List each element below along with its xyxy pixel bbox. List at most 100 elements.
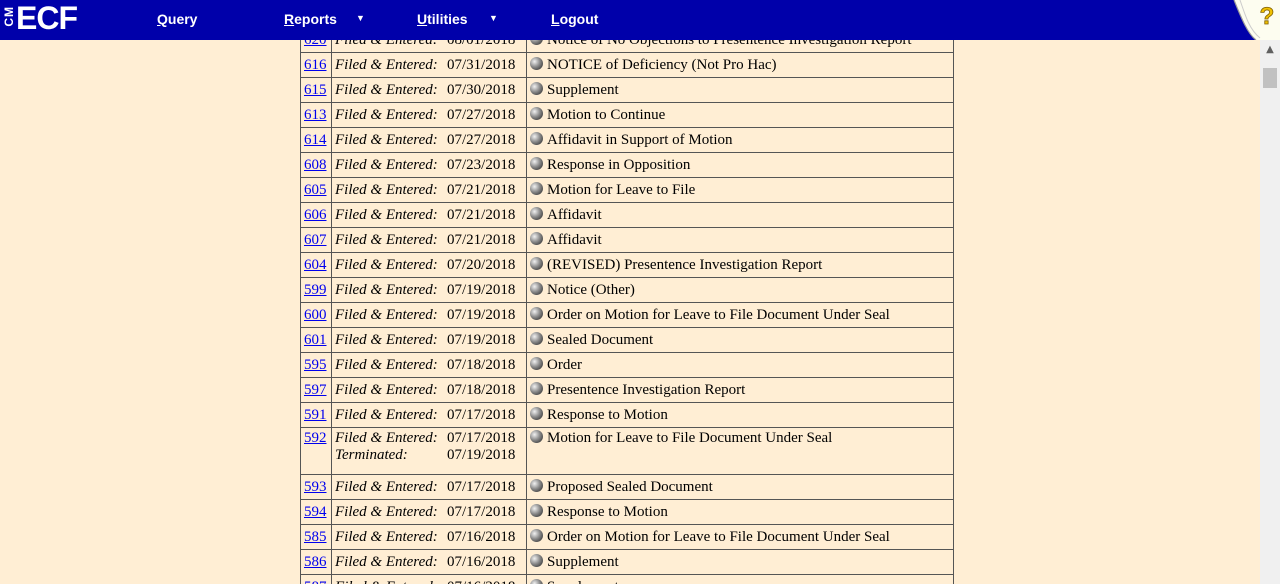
docket-row: 613 Filed & Entered: 07/27/2018 Motion to C… — [300, 102, 954, 128]
docket-date-cell: Filed & Entered: 07/23/2018 — [331, 152, 527, 178]
docket-number-link[interactable]: 597 — [304, 382, 327, 398]
docket-number-link[interactable]: 615 — [304, 82, 327, 98]
globe-icon[interactable] — [530, 406, 543, 420]
globe-icon[interactable] — [530, 131, 543, 145]
docket-date-cell: Filed & Entered: 07/16/2018 — [331, 549, 527, 575]
docket-number-link[interactable]: 614 — [304, 132, 327, 148]
top-menu-bar: CM ECF Query Reports ▼ Utilities ▼ Logou… — [0, 0, 1280, 41]
globe-icon[interactable] — [530, 156, 543, 170]
docket-number-link[interactable]: 599 — [304, 282, 327, 298]
docket-row: 600 Filed & Entered: 07/19/2018 Order on Mo… — [300, 302, 954, 328]
docket-number-cell: 594 — [300, 499, 332, 525]
menu-utilities[interactable]: Utilities — [417, 11, 468, 27]
docket-number-link[interactable]: 616 — [304, 57, 327, 73]
globe-icon[interactable] — [530, 206, 543, 220]
docket-date-cell: Filed & Entered: 07/27/2018 — [331, 127, 527, 153]
docket-number-link[interactable]: 620 — [304, 40, 327, 48]
filed-date: 07/20/2018 — [447, 256, 516, 273]
filed-entered-label: Filed & Entered: — [335, 306, 438, 323]
docket-row: 614 Filed & Entered: 07/27/2018 Affidavit i… — [300, 127, 954, 153]
docket-row: 605 Filed & Entered: 07/21/2018 Motion for … — [300, 177, 954, 203]
filed-entered-label: Filed & Entered: — [335, 206, 438, 223]
globe-icon[interactable] — [530, 356, 543, 370]
globe-icon[interactable] — [530, 503, 543, 517]
globe-icon[interactable] — [530, 381, 543, 395]
globe-icon[interactable] — [530, 231, 543, 245]
docket-description: Motion to Continue — [547, 106, 666, 123]
globe-icon[interactable] — [530, 256, 543, 270]
menu-reports-accesskey: R — [284, 11, 295, 27]
globe-icon[interactable] — [530, 306, 543, 320]
filed-entered-label: Filed & Entered: — [335, 579, 447, 584]
docket-number-link[interactable]: 608 — [304, 157, 327, 173]
vertical-scrollbar[interactable]: ▲ — [1260, 40, 1280, 584]
docket-number-cell: 614 — [300, 127, 332, 153]
help-button[interactable]: ? — [1230, 0, 1280, 41]
docket-row: 608 Filed & Entered: 07/23/2018 Response in… — [300, 152, 954, 178]
docket-number-cell: 616 — [300, 52, 332, 78]
menu-logout[interactable]: Logout — [551, 11, 598, 27]
docket-description: Affidavit — [547, 206, 602, 223]
filed-entered-label: Filed & Entered: — [335, 181, 438, 198]
docket-number-link[interactable]: 605 — [304, 182, 327, 198]
globe-icon[interactable] — [530, 478, 543, 492]
globe-icon[interactable] — [530, 578, 543, 584]
globe-icon[interactable] — [530, 181, 543, 195]
docket-row: 594 Filed & Entered: 07/17/2018 Response to… — [300, 499, 954, 525]
docket-number-cell: 606 — [300, 202, 332, 228]
docket-number-link[interactable]: 591 — [304, 407, 327, 423]
docket-date-cell: Filed & Entered: 07/21/2018 — [331, 227, 527, 253]
docket-description: Supplement — [547, 553, 619, 570]
docket-number-link[interactable]: 585 — [304, 529, 327, 545]
docket-number-link[interactable]: 587 — [304, 579, 327, 584]
docket-description-cell: Notice (Other) — [526, 277, 954, 303]
filed-date: 08/01/2018 — [447, 40, 515, 49]
menu-reports[interactable]: Reports — [284, 11, 337, 27]
docket-description: NOTICE of Deficiency (Not Pro Hac) — [547, 56, 777, 73]
globe-icon[interactable] — [530, 56, 543, 70]
docket-number-cell: 597 — [300, 377, 332, 403]
docket-number-link[interactable]: 607 — [304, 232, 327, 248]
reports-dropdown-arrow-icon[interactable]: ▼ — [356, 13, 365, 23]
filed-date: 07/30/2018 — [447, 81, 516, 98]
globe-icon[interactable] — [530, 106, 543, 120]
docket-number-link[interactable]: 606 — [304, 207, 327, 223]
docket-number-link[interactable]: 600 — [304, 307, 327, 323]
docket-number-link[interactable]: 592 — [304, 430, 327, 446]
globe-icon[interactable] — [530, 553, 543, 567]
docket-number-cell: 586 — [300, 549, 332, 575]
scroll-up-arrow-icon[interactable]: ▲ — [1260, 40, 1280, 60]
filed-date: 07/21/2018 — [447, 181, 516, 198]
docket-description-cell: Motion for Leave to File — [526, 177, 954, 203]
docket-date-cell: Filed & Entered: 07/21/2018 — [331, 177, 527, 203]
filed-entered-label: Filed & Entered: — [335, 528, 438, 545]
docket-date-cell: Filed & Entered: 07/19/2018 — [331, 327, 527, 353]
docket-description-cell: Response to Motion — [526, 499, 954, 525]
docket-description-cell: Supplement — [526, 574, 954, 584]
docket-number-link[interactable]: 613 — [304, 107, 327, 123]
globe-icon[interactable] — [530, 281, 543, 295]
globe-icon[interactable] — [530, 81, 543, 95]
docket-description: Supplement — [547, 81, 619, 98]
docket-content: 620 Filed & Entered: 08/01/2018 Notice of N… — [0, 40, 1260, 584]
docket-number-link[interactable]: 586 — [304, 554, 327, 570]
globe-icon[interactable] — [530, 430, 543, 443]
globe-icon[interactable] — [530, 40, 543, 45]
filed-date: 07/23/2018 — [447, 156, 516, 173]
docket-description-cell: Order — [526, 352, 954, 378]
docket-number-link[interactable]: 595 — [304, 357, 327, 373]
docket-description: Notice of No Objections to Presentence I… — [547, 40, 912, 48]
filed-date: 07/27/2018 — [447, 131, 516, 148]
filed-date: 07/17/2018 — [447, 478, 516, 495]
docket-table-body: 620 Filed & Entered: 08/01/2018 Notice of N… — [300, 40, 954, 584]
globe-icon[interactable] — [530, 331, 543, 345]
utilities-dropdown-arrow-icon[interactable]: ▼ — [489, 13, 498, 23]
globe-icon[interactable] — [530, 528, 543, 542]
docket-number-link[interactable]: 601 — [304, 332, 327, 348]
docket-number-link[interactable]: 594 — [304, 504, 327, 520]
scrollbar-thumb[interactable] — [1263, 68, 1277, 88]
menu-query[interactable]: Query — [157, 11, 197, 27]
filed-entered-label: Filed & Entered: — [335, 331, 438, 348]
docket-number-link[interactable]: 593 — [304, 479, 327, 495]
docket-number-link[interactable]: 604 — [304, 257, 327, 273]
